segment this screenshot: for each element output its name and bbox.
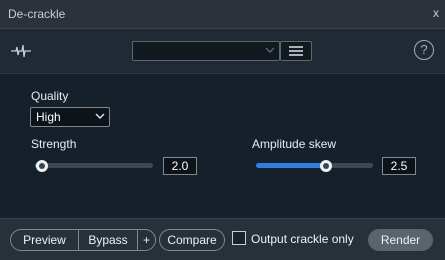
help-icon[interactable]: ?: [414, 40, 434, 60]
strength-slider[interactable]: [35, 158, 153, 174]
chevron-down-icon: [95, 113, 105, 119]
window-title: De-crackle: [8, 7, 66, 21]
footer-bar: Preview Bypass + Compare Output crackle …: [0, 218, 445, 260]
strength-label: Strength: [31, 137, 77, 151]
compare-button[interactable]: Compare: [159, 229, 225, 251]
preview-bypass-group: Preview Bypass +: [10, 229, 156, 251]
title-bar: De-crackle x: [0, 0, 445, 29]
close-icon[interactable]: x: [433, 6, 439, 20]
hamburger-menu-icon: [289, 46, 303, 56]
preview-button[interactable]: Preview: [11, 230, 78, 250]
quality-label: Quality: [31, 89, 69, 103]
strength-value-field[interactable]: 2.0: [163, 157, 197, 175]
controls-panel: Quality High Strength 2.0 Amplitude skew…: [0, 74, 445, 218]
slider-track: [35, 163, 153, 168]
waveform-module-icon: [11, 44, 31, 58]
preset-controls: [132, 41, 312, 61]
render-button[interactable]: Render: [368, 229, 433, 251]
plus-button[interactable]: +: [138, 230, 155, 250]
amplitude-skew-slider[interactable]: [256, 158, 373, 174]
slider-thumb[interactable]: [36, 160, 48, 172]
quality-value: High: [36, 110, 61, 124]
slider-thumb[interactable]: [320, 160, 332, 172]
output-crackle-only-label: Output crackle only: [251, 232, 354, 246]
quality-dropdown[interactable]: High: [30, 107, 110, 127]
preset-dropdown[interactable]: [132, 41, 280, 61]
chevron-down-icon: [265, 47, 275, 53]
slider-fill: [256, 163, 326, 168]
toolbar: ?: [0, 29, 445, 74]
bypass-button[interactable]: Bypass: [79, 230, 137, 250]
amplitude-skew-value-field[interactable]: 2.5: [382, 157, 416, 175]
preset-menu-button[interactable]: [280, 41, 312, 61]
amplitude-skew-label: Amplitude skew: [252, 137, 337, 151]
output-crackle-only-checkbox[interactable]: [232, 231, 246, 245]
